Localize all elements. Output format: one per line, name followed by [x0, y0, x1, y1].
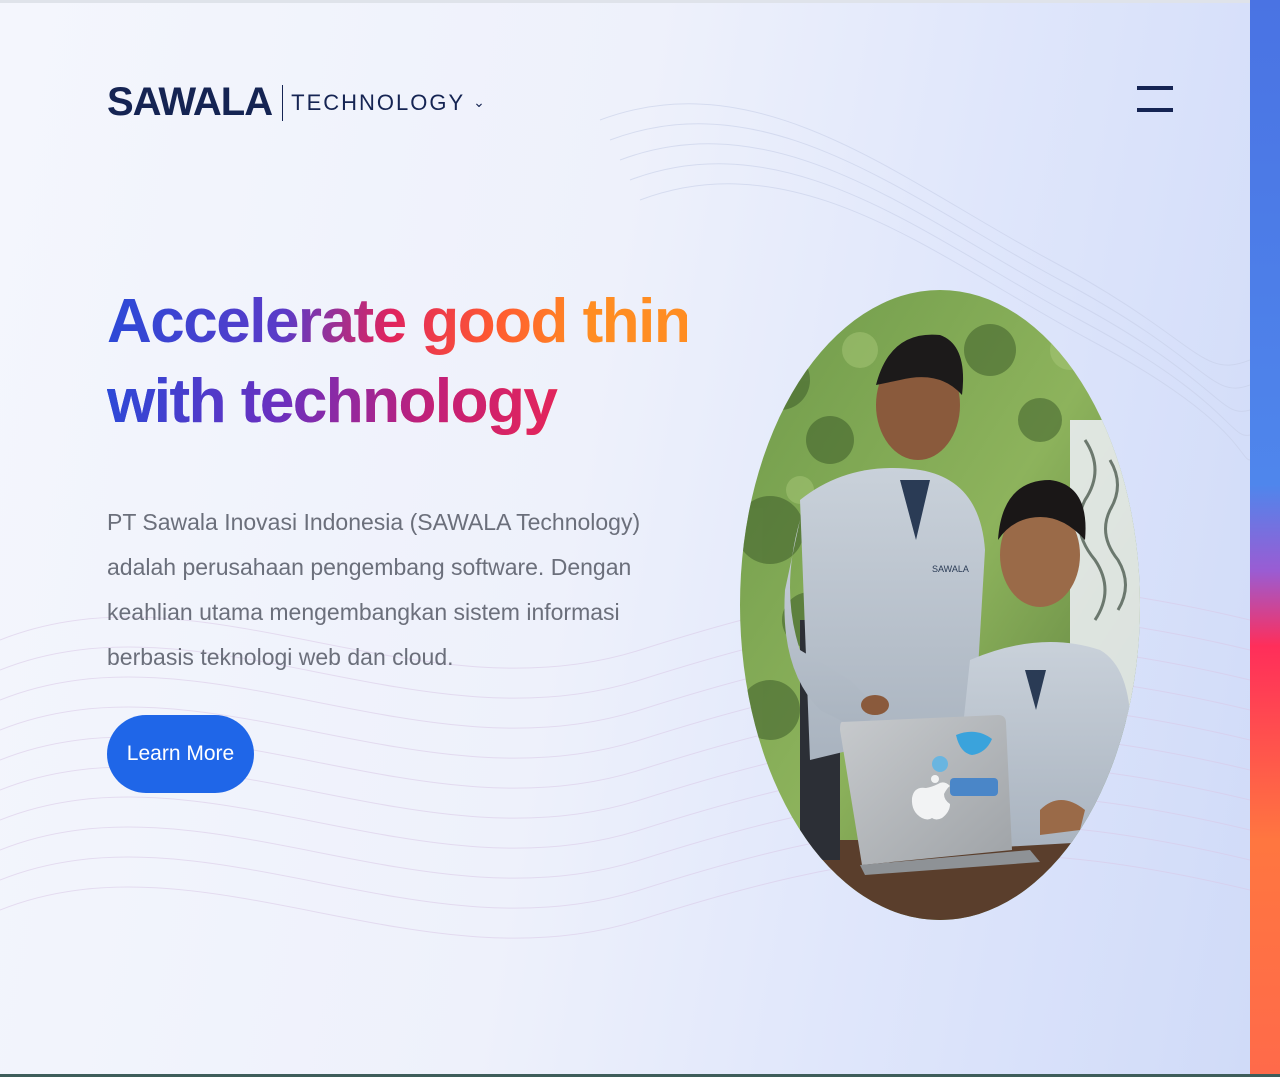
learn-more-button[interactable]: Learn More	[107, 715, 254, 793]
landing-page: SAWALA TECHNOLOGY ⌄ Accelerate good thin…	[0, 0, 1280, 1077]
hero-headline: Accelerate good things with technology	[107, 282, 687, 442]
hamburger-menu-icon[interactable]	[1137, 86, 1173, 114]
hero-description: PT Sawala Inovasi Indonesia (SAWALA Tech…	[107, 509, 641, 670]
chevron-down-icon[interactable]: ⌄	[473, 94, 485, 111]
side-gradient-strip	[1250, 0, 1280, 1077]
team-photo-illustration: SAWALA	[740, 290, 1140, 920]
brand-logo[interactable]: SAWALA TECHNOLOGY ⌄	[107, 80, 485, 125]
logo-divider	[282, 84, 284, 121]
logo-wordmark: SAWALA	[107, 80, 273, 124]
logo-subtitle: TECHNOLOGY	[291, 89, 466, 115]
hero-photo: SAWALA	[740, 290, 1140, 920]
headline-line-1: Accelerate good things	[107, 287, 760, 356]
menu-bar-bottom	[1137, 108, 1173, 112]
headline-line-2: with technology	[107, 362, 687, 442]
shirt-logo-text: SAWALA	[932, 564, 969, 574]
menu-bar-top	[1137, 86, 1173, 90]
